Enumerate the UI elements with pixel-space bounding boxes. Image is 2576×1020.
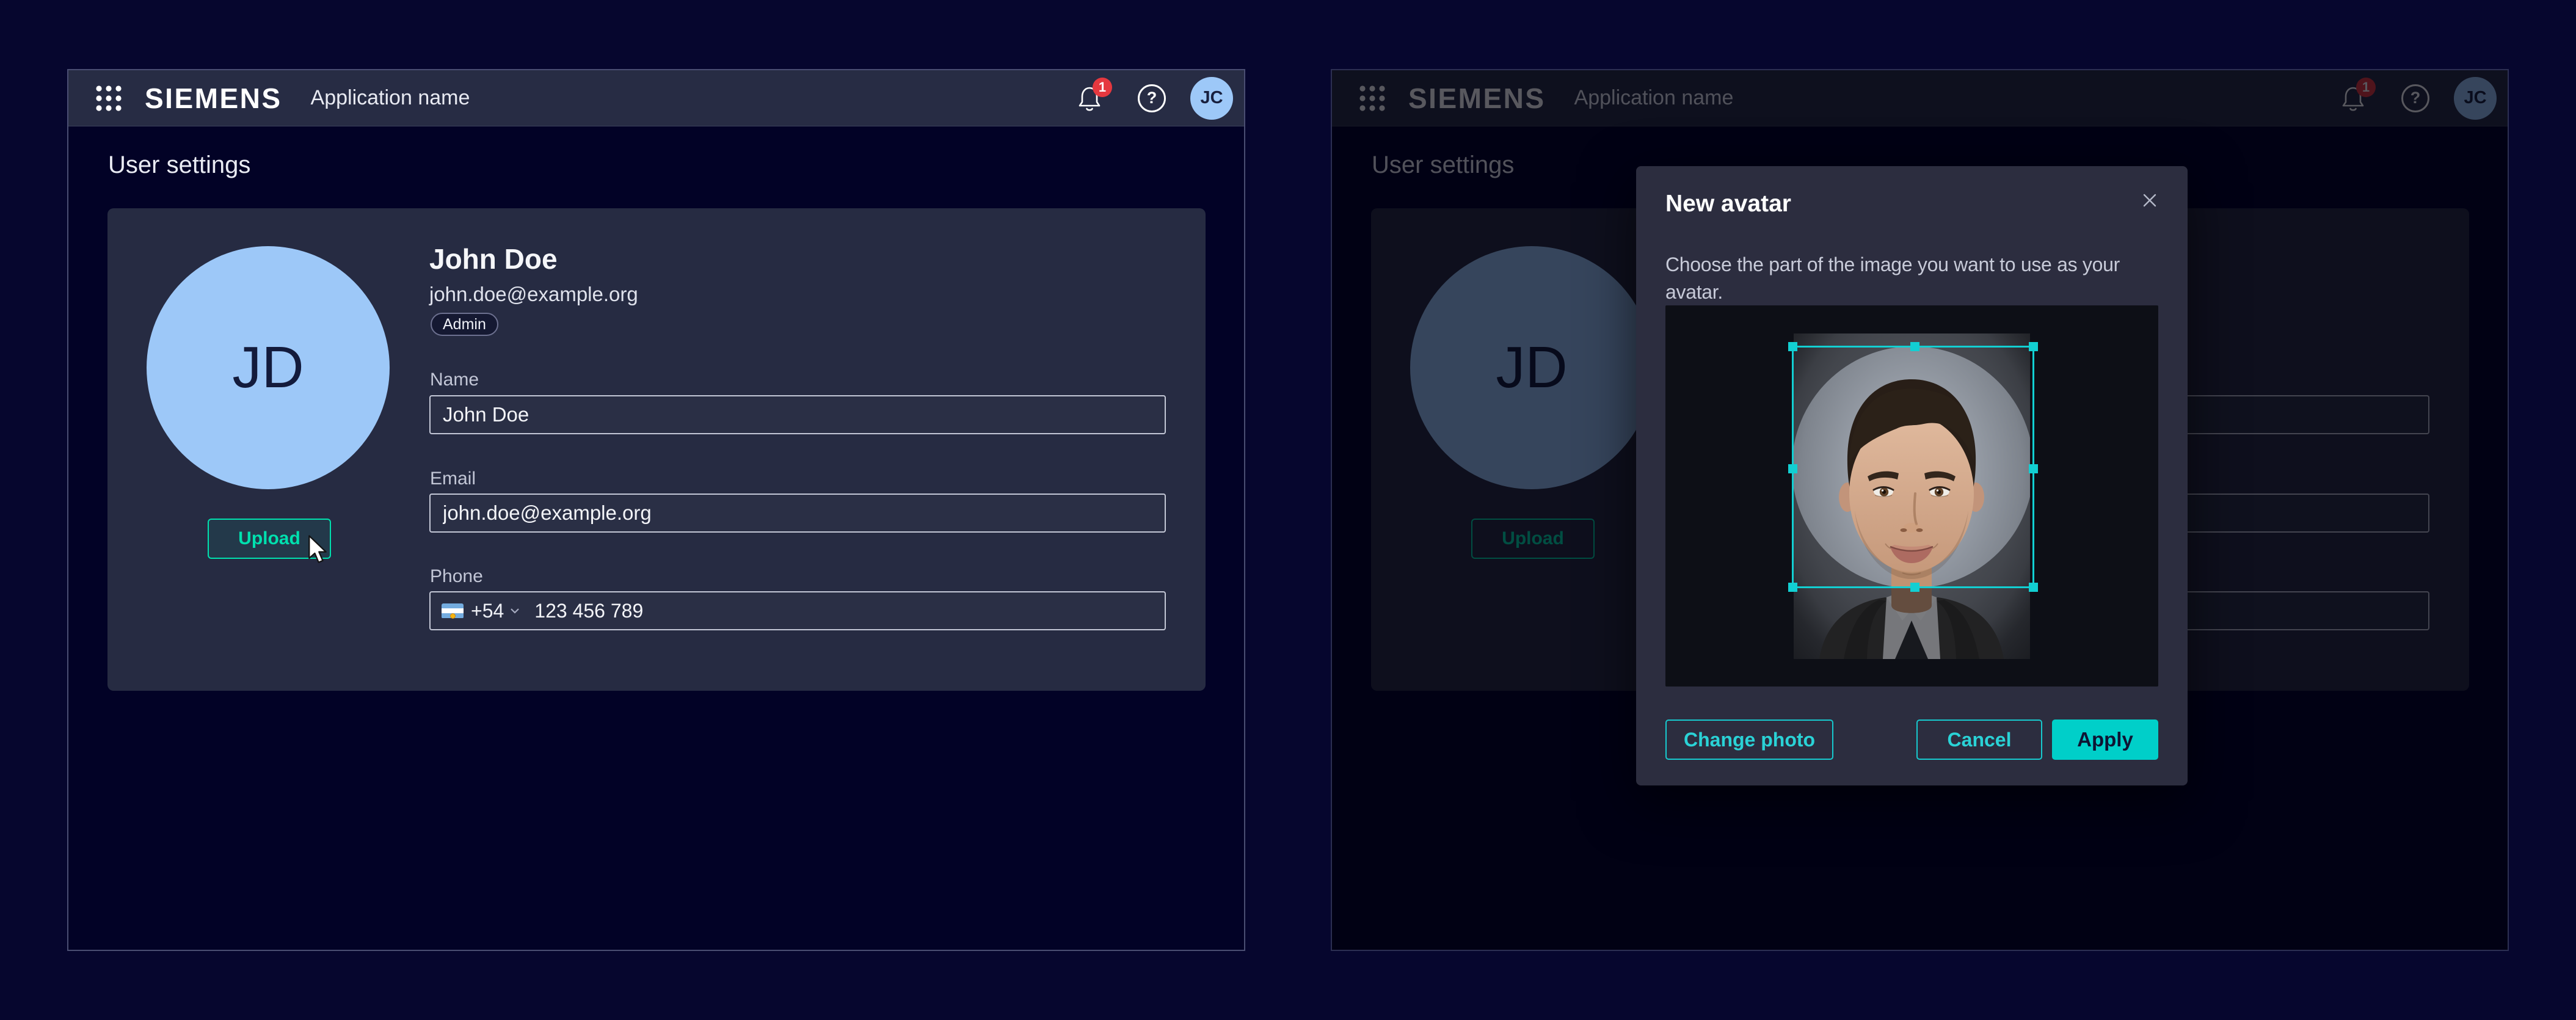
- notification-count-badge: 1: [1093, 78, 1112, 97]
- phone-input[interactable]: +54 123 456 789: [429, 591, 1166, 630]
- change-photo-button[interactable]: Change photo: [1665, 719, 1833, 760]
- email-input[interactable]: [429, 494, 1166, 533]
- crop-handle-middle-right[interactable]: [2029, 464, 2038, 473]
- siemens-logo: SIEMENS: [145, 82, 282, 115]
- modal-description: Choose the part of the image you want to…: [1665, 251, 2160, 306]
- close-button[interactable]: [2136, 187, 2163, 214]
- profile-avatar: JD: [147, 246, 390, 489]
- crop-handle-bottom-right[interactable]: [2029, 583, 2038, 592]
- chevron-down-icon: [510, 608, 520, 614]
- page-title: User settings: [108, 151, 250, 179]
- name-label: Name: [430, 370, 479, 390]
- crop-handle-top-center[interactable]: [1910, 342, 1919, 351]
- modal-title: New avatar: [1665, 191, 2158, 217]
- role-badge: Admin: [431, 313, 498, 336]
- question-icon: ?: [1147, 89, 1157, 107]
- modal-footer: Change photo Cancel Apply: [1665, 719, 2158, 760]
- user-menu-avatar[interactable]: JC: [1190, 77, 1233, 120]
- country-select-dropdown[interactable]: [510, 608, 520, 614]
- user-settings-card: JD Upload John Doe john.doe@example.org …: [107, 208, 1206, 691]
- email-label: Email: [430, 468, 476, 489]
- name-input[interactable]: [429, 395, 1166, 434]
- app-header: SIEMENS Application name 1 ? JC: [68, 70, 1244, 126]
- profile-display-name: John Doe: [429, 242, 558, 275]
- phone-number-value: 123 456 789: [534, 600, 643, 622]
- argentina-flag-icon: [442, 603, 464, 619]
- crop-handle-bottom-left[interactable]: [1788, 583, 1797, 592]
- cancel-button[interactable]: Cancel: [1916, 719, 2042, 760]
- notifications-button[interactable]: 1: [1075, 84, 1104, 113]
- app-launcher-grid-icon: [95, 84, 123, 112]
- mouse-cursor-icon: [304, 534, 331, 567]
- apply-button[interactable]: Apply: [2052, 719, 2158, 760]
- crop-handle-top-right[interactable]: [2029, 342, 2038, 351]
- user-settings-window: SIEMENS Application name 1 ? JC User set…: [67, 69, 1245, 951]
- dial-code: +54: [471, 600, 504, 622]
- crop-handle-bottom-center[interactable]: [1910, 583, 1919, 592]
- application-name: Application name: [311, 86, 470, 110]
- crop-handle-top-left[interactable]: [1788, 342, 1797, 351]
- app-launcher-button[interactable]: [93, 82, 125, 114]
- help-button[interactable]: ?: [1138, 84, 1166, 112]
- phone-label: Phone: [430, 566, 483, 587]
- crop-selection[interactable]: [1792, 346, 2034, 588]
- new-avatar-modal: New avatar Choose the part of the image …: [1636, 166, 2188, 785]
- profile-email: john.doe@example.org: [429, 283, 638, 306]
- crop-handle-middle-left[interactable]: [1788, 464, 1797, 473]
- close-icon: [2139, 189, 2161, 211]
- avatar-crop-stage: [1665, 305, 2158, 687]
